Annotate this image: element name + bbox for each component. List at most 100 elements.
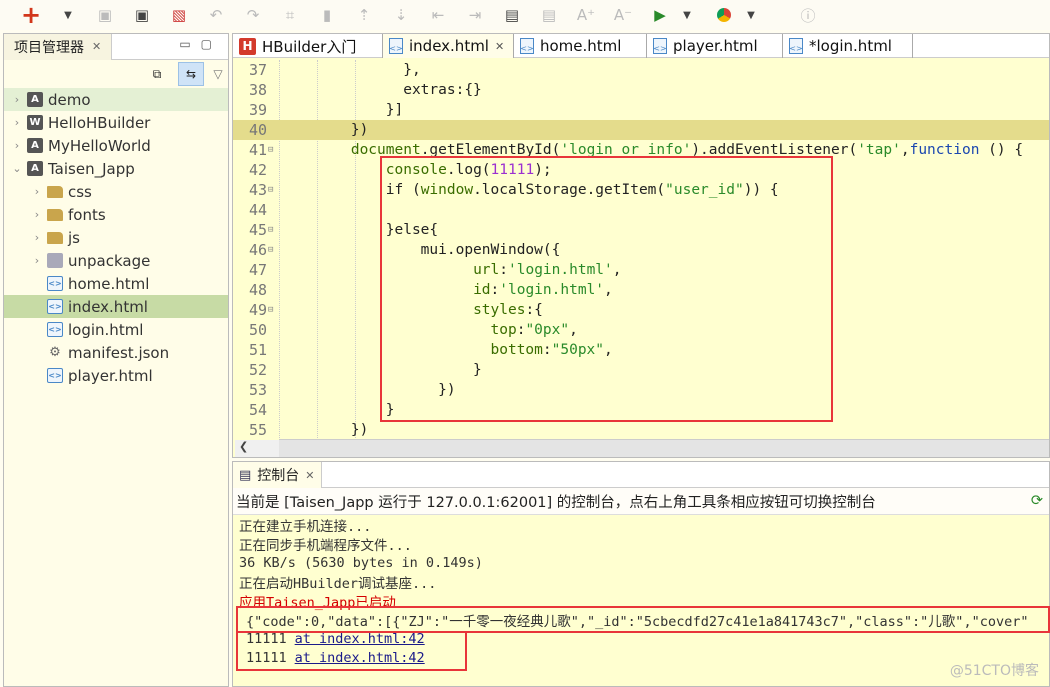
dropdown-icon[interactable]: ▼ bbox=[55, 2, 81, 28]
next-edit-icon[interactable]: ⇣ bbox=[388, 2, 414, 28]
line-number: 37 bbox=[248, 61, 267, 79]
line-number: 53 bbox=[248, 381, 267, 399]
json-file-icon: ⚙ bbox=[49, 345, 61, 360]
code-text: extras:{} bbox=[281, 82, 482, 98]
bookmark-icon[interactable]: ▮ bbox=[314, 2, 340, 28]
run-device-icon[interactable]: ▶ bbox=[647, 2, 673, 28]
fold-icon[interactable]: ⊟ bbox=[268, 245, 278, 255]
editor-tab[interactable]: H HBuilder入门 bbox=[233, 34, 383, 58]
console-line: 正在建立手机连接... bbox=[239, 518, 372, 535]
dropdown-icon[interactable]: ▼ bbox=[738, 2, 764, 28]
info-icon[interactable]: ⓘ bbox=[795, 2, 821, 28]
line-number: 40 bbox=[248, 121, 267, 139]
project-tree: › Ademo › W HelloHBuilder › A MyHelloWorld ⌄ A Tai… bbox=[4, 88, 228, 387]
tree-item[interactable]: › css bbox=[4, 180, 228, 203]
tree-item[interactable]: ⚙ manifest.json bbox=[4, 341, 228, 364]
chevron-right-icon[interactable]: › bbox=[30, 208, 44, 221]
tree-item[interactable]: <> index.html bbox=[4, 295, 228, 318]
tree-item[interactable]: › js bbox=[4, 226, 228, 249]
code-line: 39 }] bbox=[233, 100, 1049, 120]
chevron-right-icon[interactable]: › bbox=[10, 116, 24, 129]
code-token: }) bbox=[281, 122, 369, 138]
tree-item[interactable]: ⌄ A Taisen_Japp bbox=[4, 157, 228, 180]
tree-item[interactable]: <> home.html bbox=[4, 272, 228, 295]
line-number: 44 bbox=[248, 201, 267, 219]
tree-item[interactable]: › unpackage bbox=[4, 249, 228, 272]
close-icon[interactable]: ✕ bbox=[495, 40, 504, 53]
undo-icon[interactable]: ↶ bbox=[203, 2, 229, 28]
tree-item-label: login.html bbox=[68, 320, 144, 339]
indent-right-icon[interactable]: ⇥ bbox=[462, 2, 488, 28]
fold-icon[interactable]: ⊟ bbox=[268, 185, 278, 195]
html-file-icon: <> bbox=[47, 322, 63, 337]
line-number: 50 bbox=[248, 321, 267, 339]
scroll-left-icon[interactable]: ❮ bbox=[235, 440, 279, 457]
highlight-box-json bbox=[236, 606, 1050, 633]
tree-item[interactable]: › W HelloHBuilder bbox=[4, 111, 228, 134]
close-file-icon[interactable]: ▧ bbox=[166, 2, 192, 28]
code-token: } bbox=[281, 402, 395, 418]
code-text: }) bbox=[281, 422, 368, 438]
horizontal-scrollbar[interactable]: ❮ bbox=[235, 439, 1049, 457]
editor-tab[interactable]: <> index.html ✕ bbox=[383, 34, 514, 58]
tree-item[interactable]: › A MyHelloWorld bbox=[4, 134, 228, 157]
project-icon: A bbox=[27, 92, 43, 107]
line-number: 45 bbox=[248, 221, 267, 239]
chevron-down-icon[interactable]: ⌄ bbox=[10, 162, 24, 175]
folder-icon bbox=[47, 185, 63, 198]
switch-console-icon[interactable]: ⟳ bbox=[1031, 493, 1043, 509]
tree-item[interactable]: › fonts bbox=[4, 203, 228, 226]
minimize-icon[interactable]: ▭ bbox=[179, 37, 200, 51]
save-icon[interactable]: ▣ bbox=[92, 2, 118, 28]
fold-icon[interactable]: ⊟ bbox=[268, 305, 278, 315]
chrome-icon[interactable] bbox=[711, 2, 737, 28]
code-token: , bbox=[900, 142, 910, 158]
tab-project-manager[interactable]: 项目管理器 ✕ bbox=[4, 33, 113, 60]
editor-tab[interactable]: <> *login.html bbox=[783, 34, 913, 58]
indent-left-icon[interactable]: ⇤ bbox=[425, 2, 451, 28]
project-icon: A bbox=[27, 161, 43, 176]
tab-console[interactable]: ▤ 控制台 ✕ bbox=[233, 462, 322, 488]
chevron-right-icon[interactable]: › bbox=[10, 139, 24, 152]
chevron-right-icon[interactable]: › bbox=[30, 254, 44, 267]
maximize-icon[interactable]: ▢ bbox=[201, 37, 222, 51]
close-icon[interactable]: ✕ bbox=[305, 469, 314, 482]
highlight-box-code bbox=[380, 156, 833, 422]
panel-title: 项目管理器 bbox=[14, 39, 84, 56]
save-all-icon[interactable]: ▣ bbox=[129, 2, 155, 28]
link-editor-icon[interactable]: ⇆ bbox=[178, 62, 204, 86]
fold-icon[interactable]: ⊟ bbox=[268, 225, 278, 235]
tree-item[interactable]: › Ademo bbox=[4, 88, 228, 111]
dropdown-icon[interactable]: ▼ bbox=[674, 2, 700, 28]
view-menu-icon[interactable]: ▽ bbox=[212, 62, 224, 86]
chevron-right-icon[interactable]: › bbox=[10, 93, 24, 106]
uncomment-icon[interactable]: ▤ bbox=[536, 2, 562, 28]
package-icon bbox=[47, 253, 63, 268]
code-line: 55 }) bbox=[233, 420, 1049, 440]
new-icon[interactable]: + bbox=[18, 1, 44, 29]
editor-tab[interactable]: <> player.html bbox=[647, 34, 783, 58]
redo-icon[interactable]: ↷ bbox=[240, 2, 266, 28]
code-text: }) bbox=[281, 122, 368, 138]
prev-edit-icon[interactable]: ⇡ bbox=[351, 2, 377, 28]
line-number: 54 bbox=[248, 401, 267, 419]
tree-item[interactable]: <> login.html bbox=[4, 318, 228, 341]
font-decrease-icon[interactable]: A⁻ bbox=[610, 2, 636, 28]
folder-icon bbox=[47, 208, 63, 221]
font-increase-icon[interactable]: A⁺ bbox=[573, 2, 599, 28]
tree-item[interactable]: <> player.html bbox=[4, 364, 228, 387]
format-icon[interactable]: ⌗ bbox=[277, 2, 303, 28]
fold-icon[interactable]: ⊟ bbox=[268, 145, 278, 155]
collapse-all-icon[interactable]: ⧉ bbox=[144, 62, 170, 86]
close-icon[interactable]: ✕ bbox=[92, 40, 101, 53]
tree-item-label: fonts bbox=[68, 205, 106, 224]
code-line: 40 }) bbox=[233, 120, 1049, 140]
chevron-right-icon[interactable]: › bbox=[30, 231, 44, 244]
comment-icon[interactable]: ▤ bbox=[499, 2, 525, 28]
watermark: @51CTO博客 bbox=[949, 663, 1039, 679]
tree-item-label: demo bbox=[48, 90, 91, 109]
chevron-right-icon[interactable]: › bbox=[30, 185, 44, 198]
editor-tab[interactable]: <> home.html bbox=[514, 34, 647, 58]
line-number: 42 bbox=[248, 161, 267, 179]
